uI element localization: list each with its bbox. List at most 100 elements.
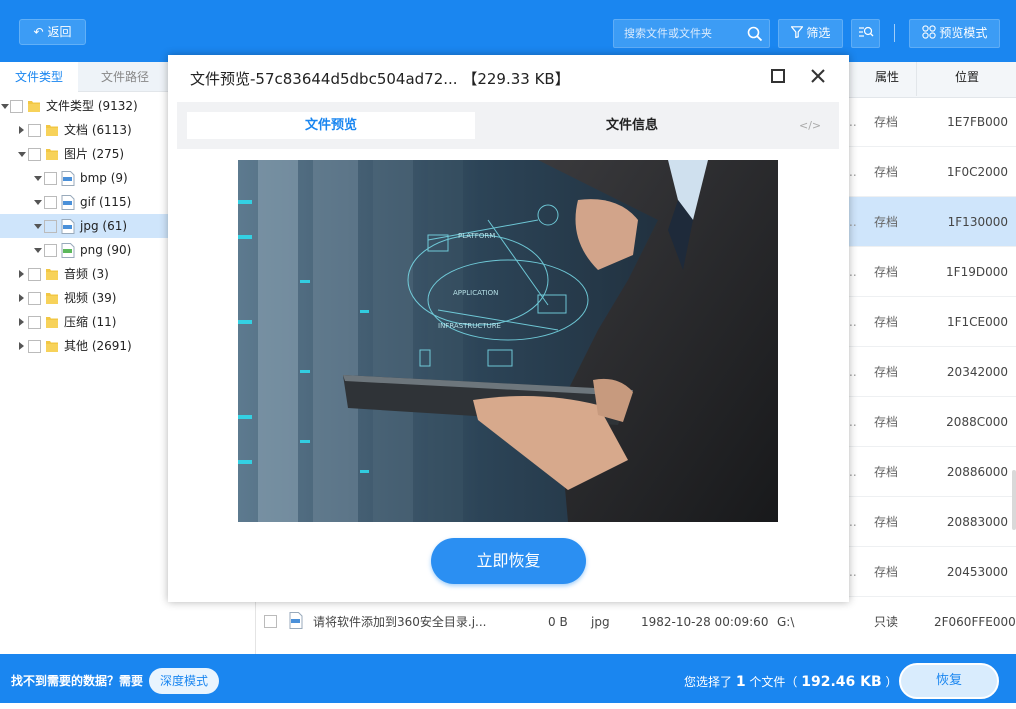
tab-file-info[interactable]: 文件信息: [487, 112, 777, 139]
checkbox[interactable]: [44, 196, 57, 209]
tree-node-audio[interactable]: 音频 (3): [0, 262, 168, 286]
column-header-position[interactable]: 位置: [955, 62, 979, 92]
table-row[interactable]: .. 存档 1F130000: [849, 197, 1016, 247]
close-icon[interactable]: [809, 67, 827, 85]
folder-icon: [46, 341, 58, 352]
row-position: 1F1CE000: [946, 315, 1008, 329]
back-button[interactable]: ↶ 返回: [19, 19, 86, 45]
checkbox[interactable]: [10, 100, 23, 113]
tab-file-preview[interactable]: 文件预览: [187, 112, 475, 139]
checkbox[interactable]: [28, 292, 41, 305]
expand-arrow-icon[interactable]: [19, 318, 24, 326]
checkbox[interactable]: [28, 148, 41, 161]
tree-node-jpg[interactable]: jpg (61): [0, 214, 168, 238]
expand-arrow-icon[interactable]: [19, 294, 24, 302]
maximize-icon[interactable]: [771, 69, 785, 83]
table-row[interactable]: .. 存档 2088C000: [849, 397, 1016, 447]
collapse-arrow-icon[interactable]: [34, 248, 42, 253]
deep-scan-prompt: 找不到需要的数据？需要: [11, 674, 144, 688]
tree-node-bmp[interactable]: bmp (9): [0, 166, 168, 190]
row-checkbox[interactable]: [264, 615, 277, 628]
tree-label: 文档 (6113): [64, 123, 132, 137]
table-row[interactable]: .. 存档 1F19D000: [849, 247, 1016, 297]
table-row[interactable]: .. 存档 20886000: [849, 447, 1016, 497]
collapse-arrow-icon[interactable]: [1, 104, 9, 109]
expand-arrow-icon[interactable]: [19, 270, 24, 278]
table-row[interactable]: .. 存档 20883000: [849, 497, 1016, 547]
collapse-arrow-icon[interactable]: [34, 224, 42, 229]
scrollbar[interactable]: [1012, 470, 1016, 530]
truncated-text: ..: [849, 315, 857, 329]
row-attr: 存档: [874, 165, 899, 179]
selection-prefix: 您选择了: [684, 675, 733, 689]
row-position: 20883000: [946, 515, 1008, 529]
tree-node-other[interactable]: 其他 (2691): [0, 334, 168, 358]
table-row[interactable]: .. 存档 20453000: [849, 547, 1016, 597]
file-date: 1982-10-28 00:09:60: [641, 615, 769, 629]
top-toolbar: ↶ 返回 搜索文件或文件夹 筛选 预览模式: [0, 0, 1016, 62]
recover-button[interactable]: 恢复: [899, 663, 999, 699]
list-search-button[interactable]: [851, 19, 880, 48]
filter-button[interactable]: 筛选: [778, 19, 843, 48]
expand-arrow-icon[interactable]: [19, 342, 24, 350]
checkbox[interactable]: [28, 124, 41, 137]
checkbox[interactable]: [28, 268, 41, 281]
checkbox[interactable]: [28, 340, 41, 353]
table-row[interactable]: 请将软件添加到360安全目录.j... 0 B jpg 1982-10-28 0…: [256, 597, 1016, 647]
collapse-arrow-icon[interactable]: [34, 200, 42, 205]
grid-icon: [921, 25, 936, 39]
file-preview-dialog: 文件预览-57c83644d5dbc504ad72... 【229.33 KB】…: [168, 55, 849, 602]
collapse-arrow-icon[interactable]: [34, 176, 42, 181]
column-divider: [916, 62, 917, 96]
sidebar-tabs: 文件类型 文件路径: [0, 62, 168, 92]
search-icon[interactable]: [747, 26, 763, 42]
deep-mode-button[interactable]: 深度模式: [149, 668, 219, 694]
tree-node-gif[interactable]: gif (115): [0, 190, 168, 214]
folder-icon: [46, 269, 58, 280]
selection-suffix: ）: [885, 675, 898, 689]
tree-node-all-types[interactable]: 文件类型 (9132): [0, 94, 168, 118]
search-placeholder: 搜索文件或文件夹: [624, 27, 712, 40]
truncated-text: ..: [849, 415, 857, 429]
tree-node-png[interactable]: png (90): [0, 238, 168, 262]
expand-arrow-icon[interactable]: [19, 126, 24, 134]
tab-file-type[interactable]: 文件类型: [0, 62, 78, 92]
toolbar-divider: [894, 24, 895, 42]
recover-now-button[interactable]: 立即恢复: [431, 538, 586, 584]
tree-node-archives[interactable]: 压缩 (11): [0, 310, 168, 334]
image-file-icon: [61, 243, 75, 258]
row-attr: 存档: [874, 565, 899, 579]
table-row[interactable]: .. 存档 20342000: [849, 347, 1016, 397]
list-search-icon: [858, 26, 873, 37]
selection-summary: 您选择了 1 个文件（ 192.46 KB ）: [684, 673, 898, 690]
truncated-text: ..: [849, 115, 857, 129]
row-attr: 存档: [874, 415, 899, 429]
tree-node-video[interactable]: 视频 (39): [0, 286, 168, 310]
row-position: 20342000: [946, 365, 1008, 379]
table-row[interactable]: .. 存档 1E7FB000: [849, 97, 1016, 147]
tree-node-images[interactable]: 图片 (275): [0, 142, 168, 166]
tree-node-documents[interactable]: 文档 (6113): [0, 118, 168, 142]
table-row[interactable]: .. 存档 1F0C2000: [849, 147, 1016, 197]
search-input[interactable]: 搜索文件或文件夹: [613, 19, 770, 48]
checkbox[interactable]: [44, 220, 57, 233]
row-attr: 存档: [874, 315, 899, 329]
checkbox[interactable]: [28, 316, 41, 329]
table-row[interactable]: .. 存档 1F1CE000: [849, 297, 1016, 347]
collapse-arrow-icon[interactable]: [18, 152, 26, 157]
image-file-icon: [61, 219, 75, 234]
tree-label: 视频 (39): [64, 291, 117, 305]
preview-image: PLATFORM APPLICATION INFRASTRUCTURE: [238, 160, 778, 522]
image-file-icon: [61, 171, 75, 186]
preview-mode-button[interactable]: 预览模式: [909, 19, 1000, 48]
filter-icon: [789, 26, 804, 39]
folder-icon: [28, 101, 40, 112]
code-icon[interactable]: </>: [799, 112, 821, 139]
folder-icon: [46, 125, 58, 136]
column-header-attr[interactable]: 属性: [875, 62, 899, 92]
tree-label: 其他 (2691): [64, 339, 132, 353]
tab-file-path[interactable]: 文件路径: [86, 62, 164, 92]
row-attr: 存档: [874, 115, 899, 129]
checkbox[interactable]: [44, 244, 57, 257]
checkbox[interactable]: [44, 172, 57, 185]
